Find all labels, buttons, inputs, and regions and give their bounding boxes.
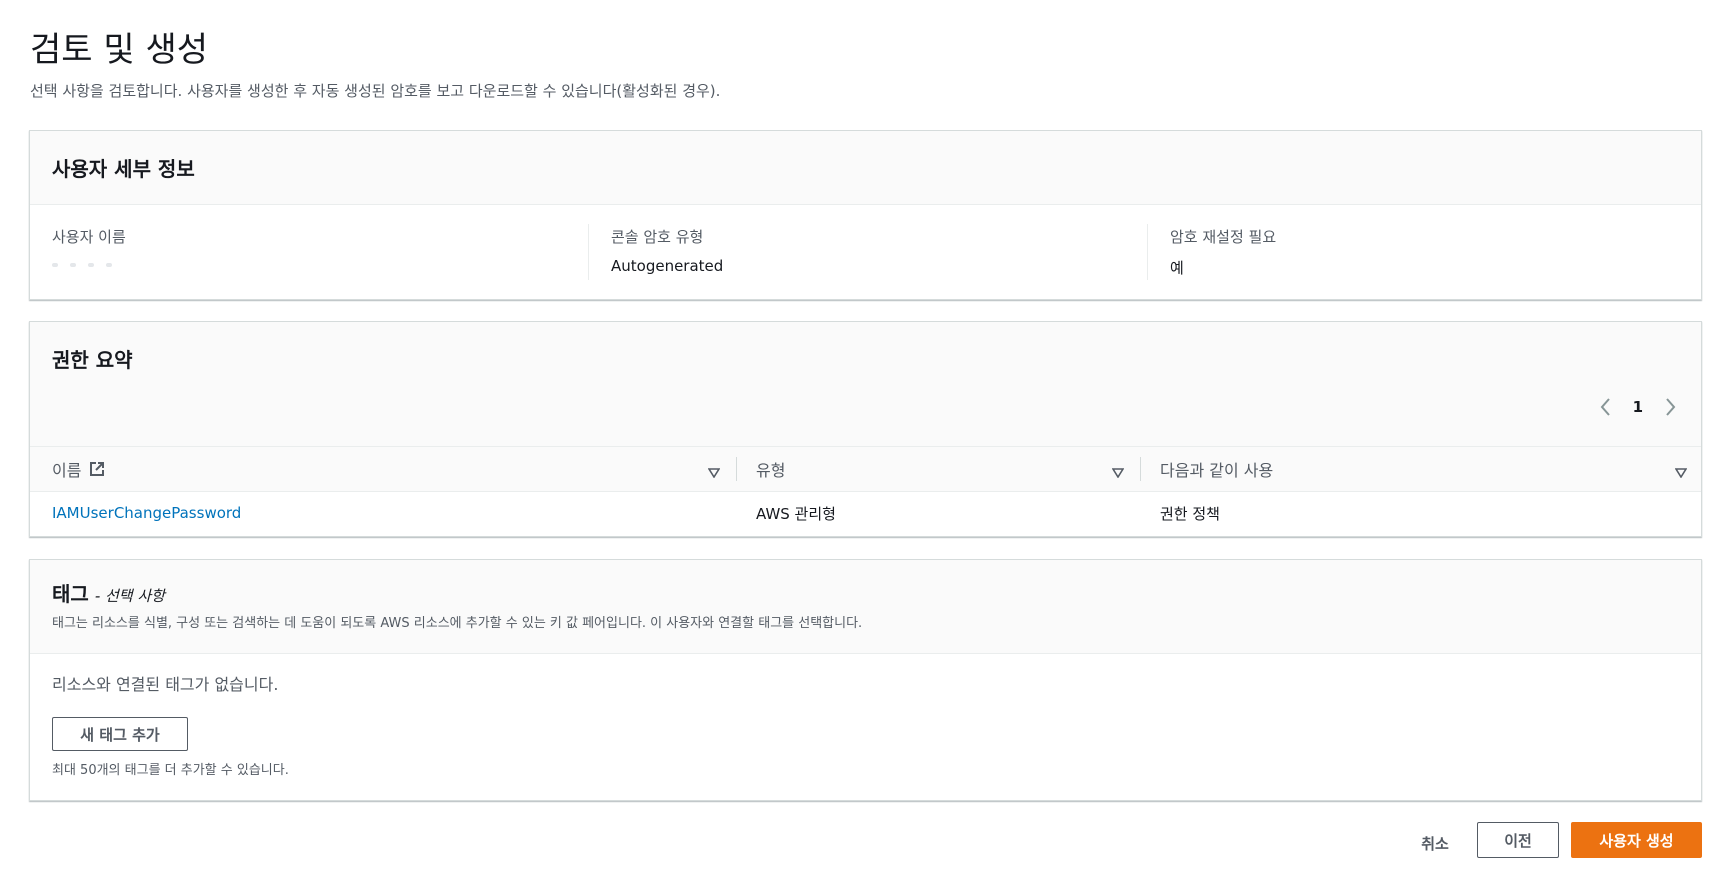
user-details-panel: 사용자 세부 정보 사용자 이름 콘솔 암호 유형 Autogenerated … [29, 130, 1702, 300]
column-divider [1147, 224, 1148, 280]
console-password-type-field: 콘솔 암호 유형 Autogenerated [611, 226, 723, 280]
permissions-summary-title: 권한 요약 [52, 348, 133, 372]
page-title: 검토 및 생성 [30, 30, 209, 70]
column-header-used-as[interactable]: 다음과 같이 사용 [1160, 447, 1699, 491]
external-link-icon[interactable] [89, 461, 105, 477]
console-password-type-value: Autogenerated [611, 257, 724, 275]
console-password-type-label: 콘솔 암호 유형 [611, 228, 704, 246]
tags-panel: 태그 - 선택 사항 태그는 리소스를 식별, 구성 또는 검색하는 데 도움이… [29, 559, 1702, 801]
permissions-summary-panel: 권한 요약 1 이름 유형 다음과 같이 사용 IAMUserChangePas… [29, 321, 1702, 537]
column-header-name[interactable]: 이름 [52, 447, 732, 491]
tags-header: 태그 - 선택 사항 태그는 리소스를 식별, 구성 또는 검색하는 데 도움이… [30, 560, 1701, 654]
policy-name-link[interactable]: IAMUserChangePassword [52, 504, 241, 522]
column-divider [588, 224, 589, 280]
column-header-type[interactable]: 유형 [756, 447, 1136, 491]
column-header-type-label: 유형 [756, 461, 786, 480]
table-header: 이름 유형 다음과 같이 사용 [30, 446, 1701, 492]
create-user-button[interactable]: 사용자 생성 [1571, 822, 1702, 858]
password-reset-required-value: 예 [1170, 259, 1184, 277]
tags-title-row: 태그 - 선택 사항 [52, 578, 165, 607]
user-name-value-redacted [52, 263, 126, 267]
user-name-field: 사용자 이름 [52, 226, 126, 280]
tag-limit-hint: 최대 50개의 태그를 더 추가할 수 있습니다. [52, 763, 289, 778]
user-details-title: 사용자 세부 정보 [52, 157, 195, 181]
review-and-create-page: 검토 및 생성 선택 사항을 검토합니다. 사용자를 생성한 후 자동 생성된 … [0, 0, 1728, 891]
tags-title: 태그 [52, 582, 89, 606]
password-reset-required-label: 암호 재설정 필요 [1170, 228, 1277, 246]
sort-caret-icon[interactable] [1674, 463, 1688, 482]
no-tags-message: 리소스와 연결된 태그가 없습니다. [52, 675, 279, 694]
page-number[interactable]: 1 [1633, 398, 1643, 416]
sort-caret-icon[interactable] [1111, 463, 1125, 482]
policy-name-cell: IAMUserChangePassword [52, 491, 241, 535]
sort-caret-icon[interactable] [707, 463, 721, 482]
policy-type-cell: AWS 관리형 [756, 504, 836, 523]
pagination: 1 [1599, 397, 1677, 417]
policy-used-as-cell: 권한 정책 [1160, 504, 1220, 523]
tags-optional-label: - 선택 사항 [94, 587, 165, 605]
column-divider [1140, 457, 1141, 481]
chevron-right-icon[interactable] [1663, 397, 1677, 417]
tags-description: 태그는 리소스를 식별, 구성 또는 검색하는 데 도움이 되도록 AWS 리소… [52, 616, 863, 631]
table-row: IAMUserChangePassword AWS 관리형 권한 정책 [30, 491, 1701, 535]
password-reset-required-field: 암호 재설정 필요 예 [1170, 226, 1276, 280]
user-details-header: 사용자 세부 정보 [30, 131, 1701, 205]
column-header-used-as-label: 다음과 같이 사용 [1160, 461, 1274, 480]
user-name-label: 사용자 이름 [52, 228, 126, 246]
chevron-left-icon[interactable] [1599, 397, 1613, 417]
column-divider [736, 457, 737, 481]
column-header-name-label: 이름 [52, 461, 82, 480]
page-description: 선택 사항을 검토합니다. 사용자를 생성한 후 자동 생성된 암호를 보고 다… [30, 82, 721, 100]
add-new-tag-button[interactable]: 새 태그 추가 [52, 717, 188, 751]
cancel-button[interactable]: 취소 [1405, 826, 1465, 860]
previous-button[interactable]: 이전 [1477, 822, 1559, 858]
permissions-summary-header: 권한 요약 1 [30, 322, 1701, 446]
